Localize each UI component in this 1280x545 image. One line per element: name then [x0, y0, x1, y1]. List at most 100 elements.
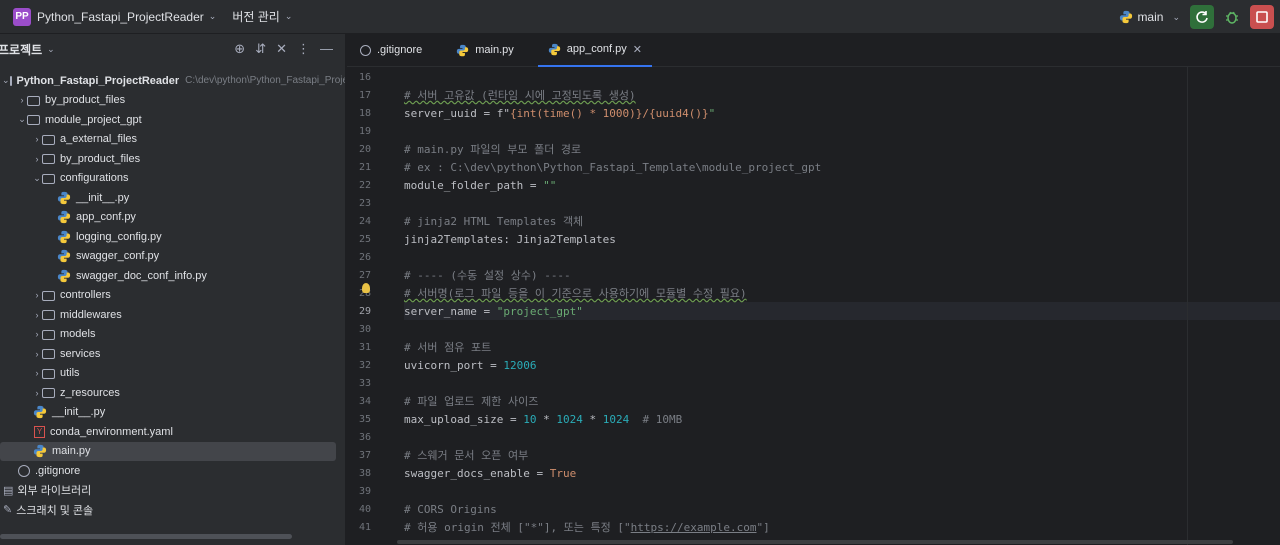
stop-button[interactable]	[1250, 5, 1274, 29]
tree-item-folder[interactable]: › services	[0, 344, 345, 364]
branch-selector[interactable]: main ⌄	[1119, 10, 1180, 24]
tree-item-folder[interactable]: ⌄ module_project_gpt	[0, 110, 345, 130]
code-line[interactable]: # 스웨거 문서 오픈 여부	[404, 446, 1280, 464]
python-file-icon	[57, 230, 71, 243]
project-badge[interactable]: PP	[13, 7, 31, 26]
chevron-right-icon[interactable]: ›	[32, 388, 42, 398]
chevron-right-icon[interactable]: ›	[32, 349, 42, 359]
code-line[interactable]	[404, 68, 1280, 86]
code-line[interactable]	[404, 320, 1280, 338]
code-line[interactable]: max_upload_size = 10 * 1024 * 1024 # 10M…	[404, 410, 1280, 428]
code-line[interactable]: # ex : C:\dev\python\Python_Fastapi_Temp…	[404, 158, 1280, 176]
code-editor[interactable]: # 서버 고유값 (런타임 시에 고정되도록 생성) server_uuid =…	[397, 67, 1280, 545]
code-line[interactable]: module_folder_path = ""	[404, 176, 1280, 194]
code-line[interactable]	[404, 248, 1280, 266]
code-line[interactable]: server_uuid = f" {int(time() * 1000)}/{uu…	[404, 104, 1280, 122]
tree-item-label: __init__.py	[76, 191, 130, 204]
tree-root[interactable]: ⌄ Python_Fastapi_ProjectReader C:\dev\py…	[0, 71, 345, 91]
debug-button[interactable]	[1220, 5, 1244, 29]
code-line[interactable]: # main.py 파일의 부모 폴더 경로	[404, 140, 1280, 158]
project-name-menu[interactable]: Python_Fastapi_ProjectReader	[37, 10, 204, 24]
tree-item-folder[interactable]: › utils	[0, 364, 345, 384]
code-line[interactable]	[404, 122, 1280, 140]
code-line[interactable]: # 서버 점유 포트	[404, 338, 1280, 356]
tree-item-folder[interactable]: › controllers	[0, 286, 345, 306]
line-number: 21	[358, 161, 371, 173]
code-line-current[interactable]: server_name = "project_gpt"	[404, 302, 1280, 320]
code-line[interactable]: swagger_docs_enable = True	[404, 464, 1280, 482]
line-number: 20	[358, 143, 371, 155]
expand-all-icon[interactable]: ⇵	[255, 41, 266, 57]
editor-horizontal-scrollbar[interactable]	[397, 540, 1233, 544]
code-line[interactable]: # 서버명(로그 파일 등을 이 기준으로 사용하기에 모듈별 수정 필요)	[404, 284, 1280, 302]
minimize-icon[interactable]: —	[320, 41, 333, 57]
code-keyword: True	[549, 466, 577, 480]
chevron-right-icon[interactable]: ›	[32, 329, 42, 339]
collapse-all-icon[interactable]: ✕	[276, 41, 287, 57]
vcs-menu[interactable]: 버전 관리	[232, 8, 280, 25]
tree-item-file[interactable]: swagger_doc_conf_info.py	[0, 266, 345, 286]
tree-item-file[interactable]: app_conf.py	[0, 208, 345, 228]
folder-icon	[42, 310, 55, 321]
code-line[interactable]: # ---- (수동 설정 상수) ----	[404, 266, 1280, 284]
tree-item-file[interactable]: __init__.py	[0, 188, 345, 208]
code-link[interactable]: https://example.com	[631, 521, 757, 534]
code-line[interactable]: # 허용 origin 전체 ["*"], 또는 특정 [" https://ex…	[404, 518, 1280, 536]
tab-main-py[interactable]: main.py	[446, 34, 524, 67]
code-line[interactable]: # 서버 고유값 (런타임 시에 고정되도록 생성)	[404, 86, 1280, 104]
more-options-icon[interactable]: ⋮	[297, 41, 310, 57]
chevron-down-icon[interactable]: ⌄	[285, 11, 293, 22]
code-line[interactable]: jinja2Templates: Jinja2Templates	[404, 230, 1280, 248]
python-file-icon	[33, 445, 47, 458]
tree-item-scratches[interactable]: ✎ 스크래치 및 콘솔	[0, 500, 345, 520]
tree-item-folder[interactable]: › by_product_files	[0, 91, 345, 111]
sidebar-title[interactable]: 프로젝트	[0, 41, 42, 58]
tree-item-folder[interactable]: › z_resources	[0, 383, 345, 403]
tree-item-folder[interactable]: › a_external_files	[0, 130, 345, 150]
python-file-icon	[57, 191, 71, 204]
tree-item-file[interactable]: swagger_conf.py	[0, 247, 345, 267]
chevron-right-icon[interactable]: ›	[17, 95, 27, 105]
sidebar-scrollbar[interactable]	[0, 534, 292, 539]
lightbulb-icon[interactable]	[362, 283, 370, 293]
tree-item-file-selected[interactable]: main.py	[0, 441, 336, 461]
tab-gitignore[interactable]: .gitignore	[350, 34, 432, 67]
code-line[interactable]	[404, 428, 1280, 446]
tree-item-external-libraries[interactable]: ▤ 외부 라이브러리	[0, 481, 345, 501]
code-line[interactable]	[404, 194, 1280, 212]
tree-item-folder[interactable]: › middlewares	[0, 305, 345, 325]
chevron-down-icon[interactable]: ⌄	[47, 44, 55, 55]
chevron-down-icon[interactable]: ⌄	[32, 173, 42, 184]
tree-item-folder[interactable]: ⌄ configurations	[0, 169, 345, 189]
tree-item-file[interactable]: Y conda_environment.yaml	[0, 422, 345, 442]
tree-item-file[interactable]: .gitignore	[0, 461, 345, 481]
code-line[interactable]	[404, 374, 1280, 392]
code-line[interactable]	[404, 482, 1280, 500]
code-string: "	[708, 106, 716, 120]
chevron-right-icon[interactable]: ›	[32, 310, 42, 320]
tree-item-file[interactable]: __init__.py	[0, 403, 345, 423]
tree-item-folder[interactable]: › models	[0, 325, 345, 345]
code-line[interactable]: # 파일 업로드 제한 사이즈	[404, 392, 1280, 410]
tab-app-conf-py[interactable]: app_conf.py ✕	[537, 34, 652, 67]
tree-item-folder[interactable]: › by_product_files	[0, 149, 345, 169]
line-number: 19	[358, 125, 371, 137]
tree-item-label: middlewares	[60, 308, 122, 321]
chevron-down-icon[interactable]: ⌄	[209, 11, 217, 22]
chevron-down-icon[interactable]: ⌄	[2, 75, 10, 86]
chevron-right-icon[interactable]: ›	[32, 154, 42, 164]
close-icon[interactable]: ✕	[633, 43, 642, 56]
code-comment: # 허용 origin 전체 ["*"], 또는 특정 ["	[404, 521, 631, 534]
code-line[interactable]: # CORS Origins	[404, 500, 1280, 518]
line-number: 25	[358, 233, 371, 245]
chevron-right-icon[interactable]: ›	[32, 290, 42, 300]
chevron-right-icon[interactable]: ›	[32, 368, 42, 378]
run-button[interactable]	[1190, 5, 1214, 29]
code-line[interactable]: # jinja2 HTML Templates 객체	[404, 212, 1280, 230]
code-line[interactable]: uvicorn_port = 12006	[404, 356, 1280, 374]
chevron-down-icon[interactable]: ⌄	[17, 114, 27, 125]
tree-item-file[interactable]: logging_config.py	[0, 227, 345, 247]
chevron-right-icon[interactable]: ›	[32, 134, 42, 144]
locate-icon[interactable]: ⊕	[234, 41, 245, 57]
line-number: 39	[358, 485, 371, 497]
